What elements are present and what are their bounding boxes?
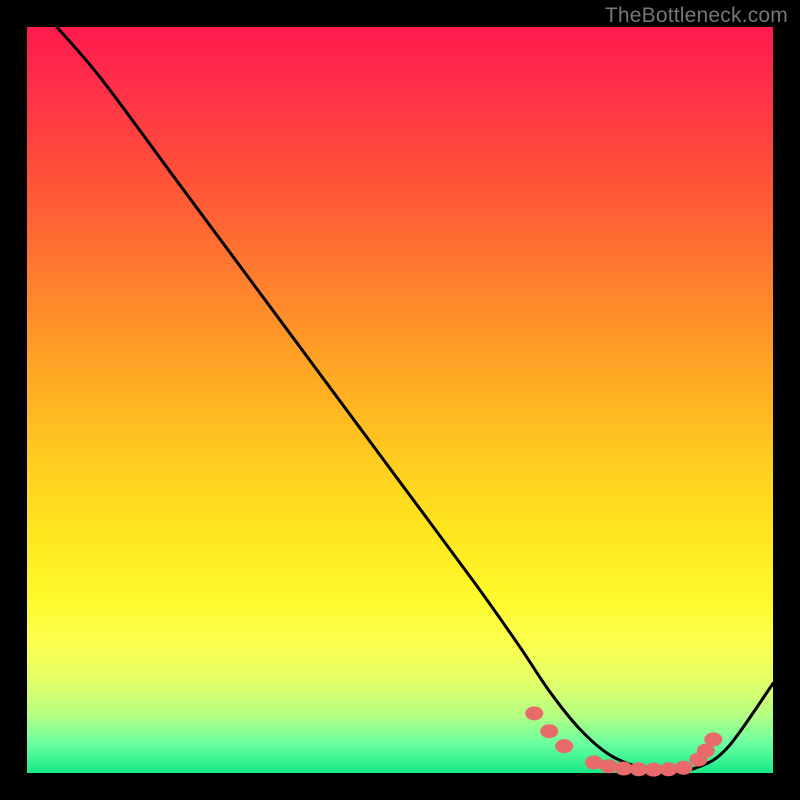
curve-marker	[704, 732, 722, 746]
marker-group	[525, 706, 722, 776]
curve-marker	[525, 706, 543, 720]
curve-marker	[555, 739, 573, 753]
curve-marker	[540, 724, 558, 738]
chart-svg	[27, 27, 773, 773]
watermark-text: TheBottleneck.com	[605, 4, 788, 28]
bottleneck-curve	[57, 27, 773, 772]
curve-marker	[600, 759, 618, 773]
curve-marker	[674, 761, 692, 775]
chart-wrapper: TheBottleneck.com	[0, 0, 800, 800]
